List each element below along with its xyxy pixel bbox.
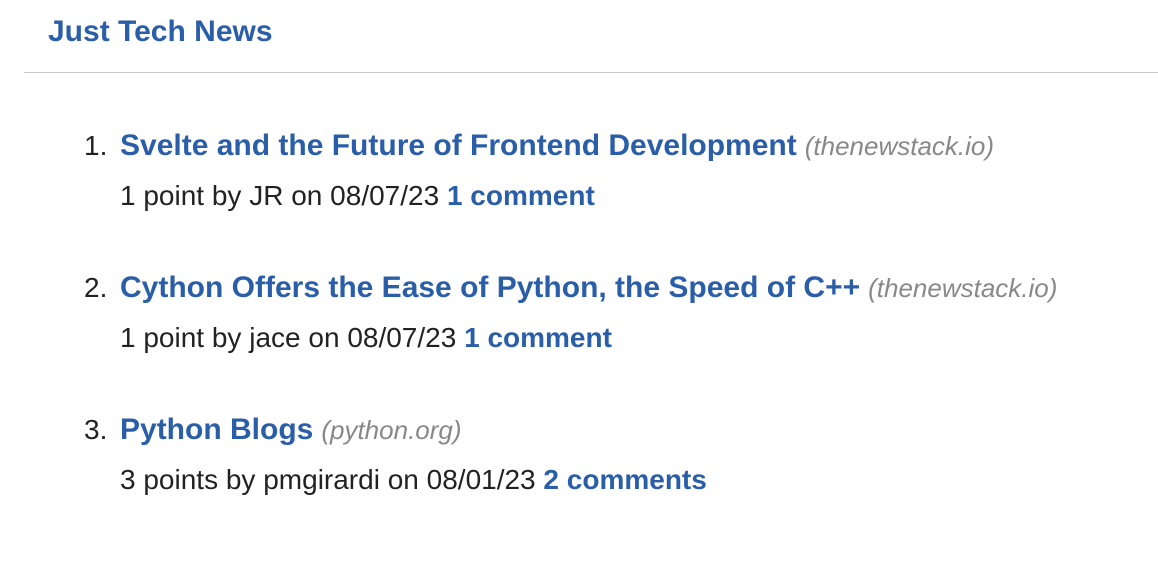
story-comments-link[interactable]: 1 comment (464, 322, 612, 353)
header-divider (24, 72, 1158, 73)
story-title-line: Svelte and the Future of Frontend Develo… (120, 124, 994, 173)
story-title-link[interactable]: Svelte and the Future of Frontend Develo… (120, 129, 797, 162)
story-domain: (thenewstack.io) (868, 273, 1058, 303)
story-on-label: on (291, 180, 323, 211)
story-author: pmgirardi (263, 464, 380, 495)
story-title-link[interactable]: Cython Offers the Ease of Python, the Sp… (120, 271, 860, 304)
story-title-line: Python Blogs (python.org) (120, 408, 462, 457)
story-item: 3. Python Blogs (python.org) 3 points by … (0, 408, 1158, 550)
story-points: 1 point (120, 180, 205, 211)
story-title-link[interactable]: Python Blogs (120, 413, 313, 446)
story-meta: 3 points by pmgirardi on 08/01/23 2 comm… (120, 460, 707, 500)
story-author: JR (249, 180, 284, 211)
story-date: 08/01/23 (426, 464, 536, 495)
story-author: jace (249, 322, 301, 353)
story-by-label: by (211, 180, 242, 211)
story-rank: 2. (84, 272, 108, 303)
story-domain: (thenewstack.io) (804, 131, 995, 161)
story-list: 1. Svelte and the Future of Frontend Dev… (0, 124, 1158, 550)
story-item: 2. Cython Offers the Ease of Python, the… (0, 266, 1158, 408)
story-title-line: Cython Offers the Ease of Python, the Sp… (120, 266, 1057, 315)
story-date: 08/07/23 (347, 322, 457, 353)
story-domain: (python.org) (321, 415, 462, 445)
story-date: 08/07/23 (330, 180, 440, 211)
site-header: Just Tech News (0, 0, 1158, 74)
story-item: 1. Svelte and the Future of Frontend Dev… (0, 124, 1158, 266)
story-meta: 1 point by jace on 08/07/23 1 comment (120, 318, 612, 358)
story-on-label: on (387, 464, 419, 495)
story-by-label: by (211, 322, 242, 353)
story-points: 3 points (120, 464, 219, 495)
story-rank: 1. (84, 130, 108, 161)
story-comments-link[interactable]: 1 comment (447, 180, 595, 211)
story-on-label: on (308, 322, 340, 353)
site-title-link[interactable]: Just Tech News (48, 14, 273, 50)
story-points: 1 point (120, 322, 205, 353)
story-by-label: by (225, 464, 256, 495)
story-meta: 1 point by JR on 08/07/23 1 comment (120, 176, 595, 216)
story-rank: 3. (84, 414, 108, 445)
story-comments-link[interactable]: 2 comments (543, 464, 706, 495)
